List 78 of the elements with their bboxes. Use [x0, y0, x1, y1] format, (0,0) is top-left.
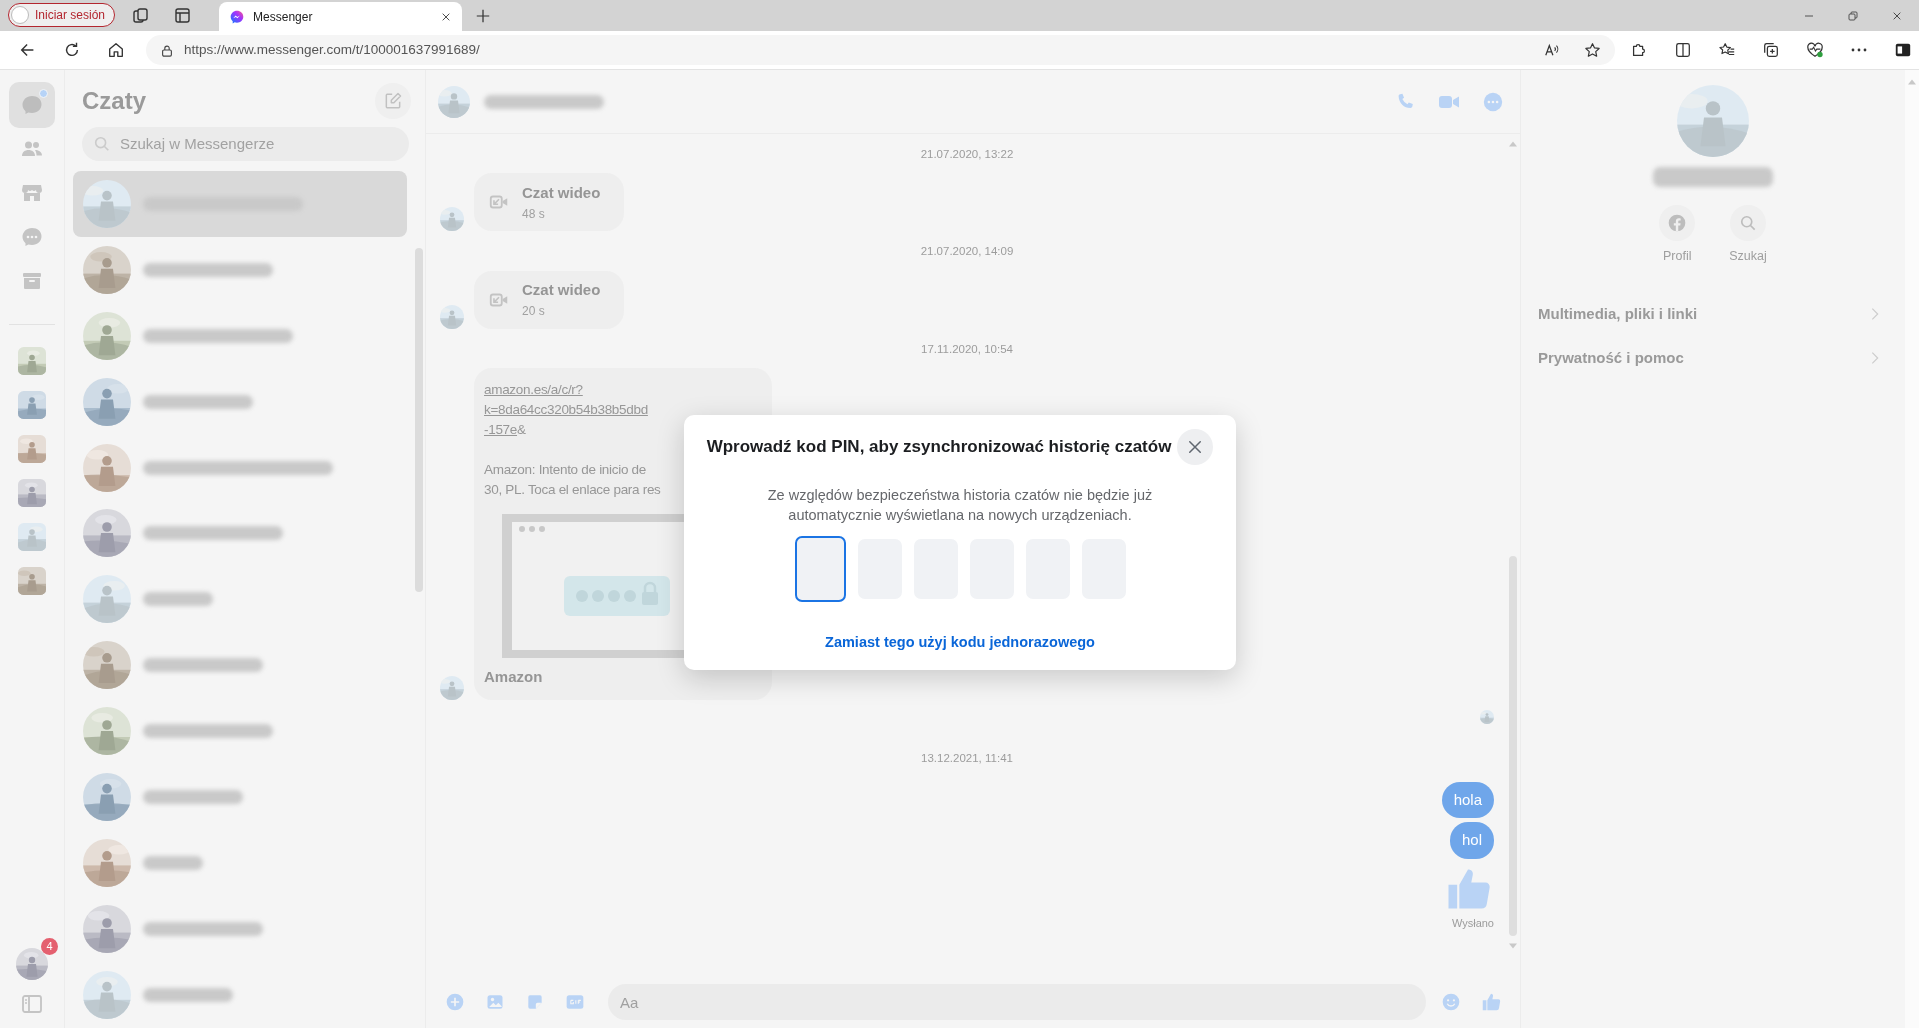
address-bar[interactable]: https://www.messenger.com/t/100001637991689/	[146, 35, 1615, 65]
dialog-title: Wprowadź kod PIN, aby zsynchronizować historię czatów	[706, 436, 1172, 459]
community-button[interactable]	[18, 435, 46, 463]
home-icon	[107, 41, 125, 59]
details-section[interactable]: Multimedia, pliki i linki	[1521, 291, 1905, 336]
tab-title: Messenger	[253, 8, 314, 26]
facebook-icon	[1667, 213, 1688, 233]
details-section[interactable]: Prywatność i pomoc	[1521, 335, 1905, 380]
search-icon	[93, 134, 111, 153]
more-icon	[1851, 48, 1867, 52]
chats-title: Czaty	[82, 86, 147, 117]
star-icon	[1583, 41, 1601, 59]
scroll-down-icon	[1508, 942, 1518, 950]
more-icon	[1482, 90, 1504, 113]
scroll-up-icon	[1907, 78, 1917, 86]
image-icon	[485, 992, 505, 1012]
message-text: 30, PL. Toca el enlace para res	[484, 480, 662, 499]
call-duration: 48 s	[522, 205, 546, 223]
split-screen-icon	[1674, 41, 1692, 59]
message-input[interactable]: Aa	[608, 984, 1426, 1020]
message-link[interactable]: amazon.es/a/c/r?	[484, 381, 583, 397]
puzzle-icon	[1630, 41, 1648, 59]
search-field[interactable]: Szukaj w Messengerze	[82, 126, 409, 161]
dialog-message: Ze względów bezpieczeństwa historia czatów nie będzie już automatycznie wyświetlana na nowych urządzeniach.	[766, 486, 1154, 525]
preview-caption: Amazon	[484, 666, 544, 687]
thumbs-up-icon	[1480, 991, 1502, 1013]
community-button[interactable]	[18, 391, 46, 419]
read-aloud-icon	[1544, 42, 1560, 58]
refresh-icon	[63, 41, 81, 59]
date-separator: 17.11.2020, 10:54	[921, 341, 1013, 357]
restore-icon	[1847, 9, 1859, 22]
tab-actions-icon	[173, 6, 192, 24]
gif-icon	[565, 992, 585, 1012]
emoji-icon	[1441, 992, 1461, 1012]
notification-badge: 4	[41, 938, 58, 955]
heart-icon	[1806, 41, 1824, 59]
date-separator: 13.12.2021, 11:41	[921, 751, 1013, 767]
blurred-name	[143, 592, 213, 607]
pin-digit-field[interactable]	[794, 536, 846, 602]
blurred-name	[143, 856, 203, 871]
collections-icon	[1762, 41, 1780, 59]
scroll-up-icon	[1508, 140, 1518, 148]
sticker-icon	[525, 992, 545, 1012]
account-button[interactable]	[16, 948, 48, 980]
conversation-item[interactable]	[73, 170, 407, 237]
community-button[interactable]	[18, 567, 46, 595]
call-title: Czat wideo	[522, 280, 601, 301]
scrollbar-thumb[interactable]	[415, 248, 423, 592]
delivery-status: Wysłano	[1451, 915, 1494, 931]
toggle-sidebar-button[interactable]	[20, 992, 44, 1016]
community-button[interactable]	[18, 523, 46, 551]
community-button[interactable]	[18, 347, 46, 375]
profile-button[interactable]: Iniciar sesión	[8, 3, 116, 27]
sent-message: hol	[1449, 822, 1494, 859]
date-separator: 21.07.2020, 13:22	[920, 147, 1014, 162]
search-icon	[1738, 213, 1758, 233]
one-time-code-link[interactable]: Zamiast tego użyj kodu jednorazowego	[825, 632, 1095, 654]
messenger-icon	[229, 8, 246, 25]
message-text: &	[517, 421, 526, 437]
browser-tab[interactable]: Messenger	[219, 2, 463, 31]
community-button[interactable]	[18, 479, 46, 507]
sidebar-icon	[1894, 41, 1912, 59]
plus-icon	[475, 8, 492, 24]
sidebar-panel-icon	[20, 992, 44, 1016]
new-message-button[interactable]	[375, 83, 411, 120]
chats-button[interactable]	[9, 82, 55, 128]
message-text: Amazon: Intento de inicio de	[484, 460, 647, 479]
close-button[interactable]	[1177, 429, 1214, 465]
url-text: https://www.messenger.com/t/100001637991689/	[184, 40, 481, 59]
workspaces-icon	[131, 6, 150, 24]
message-link[interactable]: k=8da64cc320b54b38b5dbd	[484, 401, 648, 417]
date-separator: 21.07.2020, 14:09	[920, 244, 1014, 260]
lock-icon	[160, 43, 174, 57]
sent-message: hola	[1441, 781, 1494, 818]
call-title: Czat wideo	[522, 183, 601, 203]
message-link[interactable]: -157e	[484, 421, 518, 437]
call-duration: 20 s	[522, 302, 546, 320]
plus-icon	[445, 992, 465, 1012]
